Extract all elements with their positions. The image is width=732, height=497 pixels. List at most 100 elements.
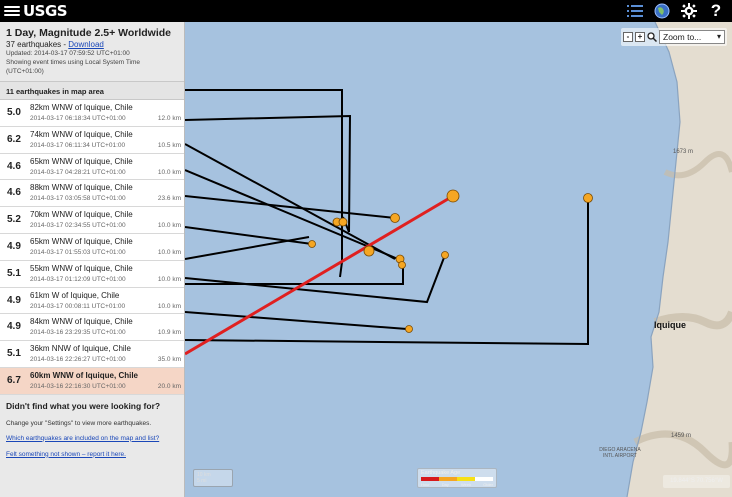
earthquake-row[interactable]: 4.9 65km WNW of Iquique, Chile 2014-03-1…: [0, 233, 184, 261]
eq-marker: [405, 325, 413, 333]
earthquake-row[interactable]: 5.0 82km WNW of Iquique, Chile 2014-03-1…: [0, 100, 184, 127]
legend-label: Hour: [421, 482, 430, 487]
place: 65km WNW of Iquique, Chile: [30, 156, 133, 166]
depth: 12.0 km: [157, 115, 181, 122]
city-label: Iquique: [654, 320, 686, 330]
which-earthquakes-link[interactable]: Which earthquakes are included on the ma…: [6, 435, 178, 442]
eq-marker: [398, 261, 406, 269]
earthquake-row[interactable]: 5.1 36km NNW of Iquique, Chile 2014-03-1…: [0, 341, 184, 368]
time-zone-note: Showing event times using Local System T…: [6, 59, 141, 75]
download-link[interactable]: Download: [68, 40, 104, 49]
feed-title: 1 Day, Magnitude 2.5+ Worldwide: [6, 27, 172, 39]
depth: 10.0 km: [157, 248, 181, 256]
zoom-in-button[interactable]: +: [635, 32, 645, 42]
updated-time: Updated: 2014-03-17 07:59:52 UTC+01:00: [6, 50, 130, 57]
place: 74km WNW of Iquique, Chile: [30, 129, 133, 139]
place: 36km NNW of Iquique, Chile: [30, 344, 131, 354]
earthquake-row-selected[interactable]: 6.7 60km WNW of Iquique, Chile 2014-03-1…: [0, 367, 184, 395]
place: 88km WNW of Iquique, Chile: [30, 183, 133, 193]
depth: 35.0 km: [157, 356, 181, 364]
event-time: 2014-03-17 03:05:58 UTC+01:00: [30, 195, 126, 203]
eq-marker: [338, 217, 348, 227]
depth: 10.0 km: [157, 275, 181, 283]
footer-text: Change your "Settings" to view more eart…: [6, 419, 152, 427]
zoom-out-button[interactable]: -: [623, 32, 633, 42]
footer-title: Didn't find what you were looking for?: [6, 400, 161, 411]
zoom-to-select[interactable]: Zoom to...: [659, 30, 725, 44]
event-time: 2014-03-17 06:18:34 UTC+01:00: [30, 115, 126, 122]
magnitude: 5.2: [7, 214, 21, 226]
top-bar: USGS ?: [0, 0, 732, 22]
earthquake-row[interactable]: 4.9 61km W of Iquique, Chile 2014-03-17 …: [0, 287, 184, 315]
logo-text: USGS: [23, 2, 68, 20]
magnitude: 4.9: [7, 240, 21, 252]
magnitude: 6.2: [7, 133, 21, 145]
depth: 10.5 km: [157, 141, 181, 149]
sidebar-header: 1 Day, Magnitude 2.5+ Worldwide 37 earth…: [0, 22, 184, 82]
eq-marker: [390, 213, 400, 223]
count-text: 37 earthquakes -: [6, 40, 69, 49]
in-area-count: 11 earthquakes in map area: [0, 82, 184, 100]
event-time: 2014-03-17 01:12:09 UTC+01:00: [30, 275, 126, 283]
magnitude: 5.1: [7, 267, 21, 279]
place: 65km WNW of Iquique, Chile: [30, 236, 133, 246]
magnitude: 4.9: [7, 294, 21, 306]
legend-label: Day: [441, 482, 449, 487]
coordinate-readout: 19.844°S 70.756°W: [663, 475, 730, 488]
event-time: 2014-03-17 01:55:03 UTC+01:00: [30, 248, 126, 256]
usgs-logo[interactable]: USGS: [4, 2, 68, 20]
event-time: 2014-03-17 00:08:11 UTC+01:00: [30, 302, 126, 310]
legend-label: Older: [483, 482, 493, 487]
event-time: 2014-03-17 02:34:55 UTC+01:00: [30, 222, 126, 230]
eq-marker: [363, 245, 375, 257]
place: 84km WNW of Iquique, Chile: [30, 317, 133, 327]
elevation-label: 1459 m: [671, 433, 692, 439]
zoom-control: - + Zoom to...: [621, 28, 727, 46]
eq-marker: [583, 193, 593, 203]
sidebar-footer: Didn't find what you were looking for? C…: [0, 395, 184, 473]
earthquake-age-legend: Earthquake Age Hour Day Week Older: [417, 468, 497, 488]
eq-marker: [308, 240, 316, 248]
map-view[interactable]: 1673 m 1459 m DIEGO ARACENA INTL AIRPORT…: [185, 22, 732, 497]
legend-color-bar: [421, 477, 493, 481]
elevation-label: 1673 m: [673, 149, 694, 155]
scale-mi: 5 mi: [197, 478, 207, 484]
globe-icon[interactable]: [652, 1, 672, 21]
earthquake-row[interactable]: 4.6 65km WNW of Iquique, Chile 2014-03-1…: [0, 153, 184, 181]
map-canvas: [185, 22, 732, 497]
place: 61km W of Iquique, Chile: [30, 290, 120, 300]
event-time: 2014-03-16 22:16:30 UTC+01:00: [30, 382, 126, 390]
magnitude: 6.7: [7, 374, 21, 386]
legend-title: Earthquake Age: [421, 470, 461, 476]
depth: 10.0 km: [157, 302, 181, 310]
gear-icon[interactable]: [679, 1, 699, 21]
search-icon[interactable]: [647, 32, 658, 43]
event-time: 2014-03-16 22:26:27 UTC+01:00: [30, 356, 126, 364]
legend-label: Week: [460, 482, 472, 487]
place: 70km WNW of Iquique, Chile: [30, 210, 133, 220]
earthquake-sidebar: 1 Day, Magnitude 2.5+ Worldwide 37 earth…: [0, 22, 185, 497]
depth: 10.0 km: [157, 222, 181, 230]
earthquake-row[interactable]: 4.9 84km WNW of Iquique, Chile 2014-03-1…: [0, 314, 184, 342]
earthquake-row[interactable]: 6.2 74km WNW of Iquique, Chile 2014-03-1…: [0, 126, 184, 154]
earthquake-list: 5.0 82km WNW of Iquique, Chile 2014-03-1…: [0, 100, 184, 395]
depth: 10.9 km: [157, 329, 181, 337]
event-time: 2014-03-17 06:11:34 UTC+01:00: [30, 141, 126, 149]
magnitude: 4.6: [7, 160, 21, 172]
depth: 20.0 km: [157, 382, 181, 390]
magnitude: 4.6: [7, 187, 21, 199]
magnitude: 4.9: [7, 321, 21, 333]
depth: 10.0 km: [157, 168, 181, 176]
usgs-wave-icon: [4, 4, 20, 18]
place: 82km WNW of Iquique, Chile: [30, 103, 133, 112]
magnitude: 5.0: [7, 107, 21, 118]
earthquake-row[interactable]: 5.2 70km WNW of Iquique, Chile 2014-03-1…: [0, 207, 184, 234]
event-time: 2014-03-16 23:29:35 UTC+01:00: [30, 329, 126, 337]
earthquake-row[interactable]: 5.1 55km WNW of Iquique, Chile 2014-03-1…: [0, 260, 184, 288]
report-felt-link[interactable]: Felt something not shown – report it her…: [6, 451, 178, 458]
magnitude: 5.1: [7, 348, 21, 360]
help-icon[interactable]: ?: [706, 1, 726, 21]
earthquake-row[interactable]: 4.6 88km WNW of Iquique, Chile 2014-03-1…: [0, 180, 184, 208]
list-icon[interactable]: [625, 1, 645, 21]
scale-bar: 10 km 5 mi: [193, 469, 233, 487]
